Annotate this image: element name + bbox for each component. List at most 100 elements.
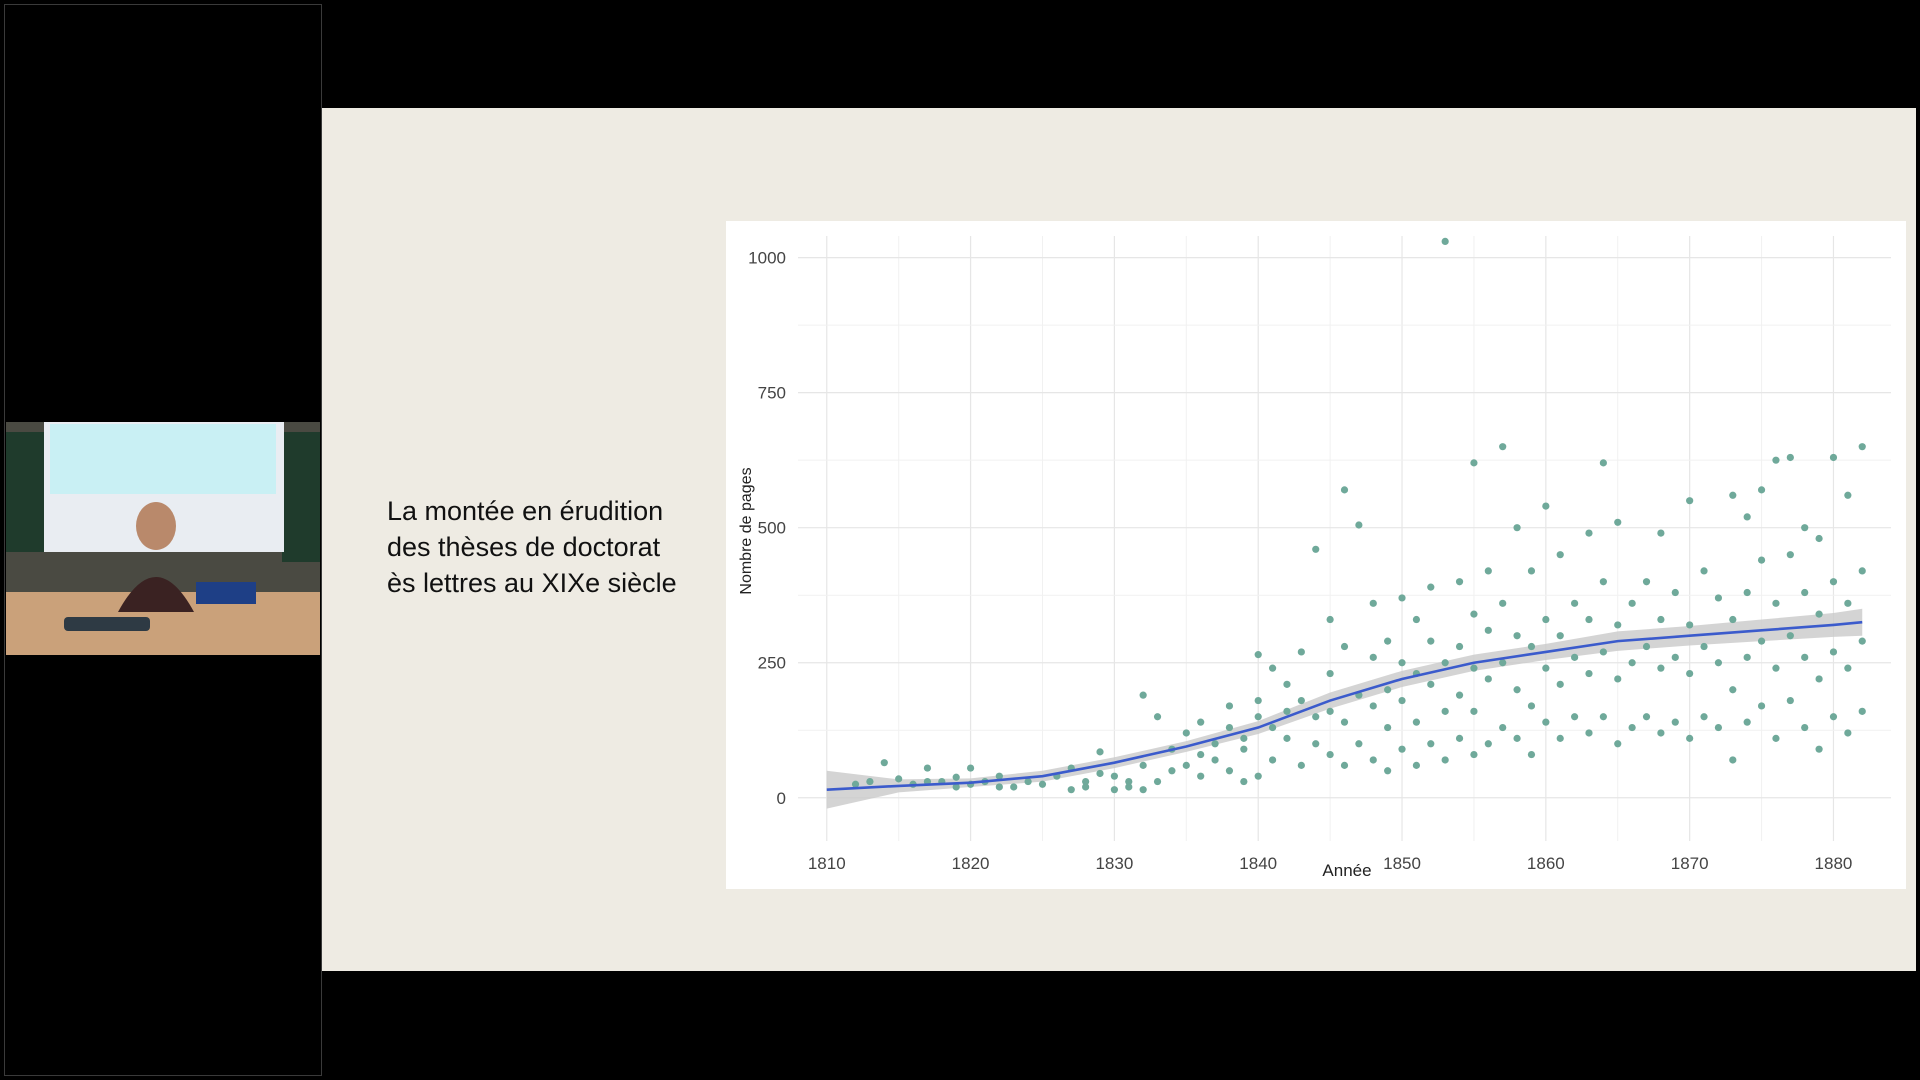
data-point	[1283, 734, 1291, 742]
data-point	[1801, 588, 1809, 597]
data-point	[1153, 777, 1162, 786]
data-point	[1326, 669, 1334, 678]
data-point	[1585, 669, 1593, 678]
y-axis-label: Nombre de pages	[738, 467, 755, 594]
data-point	[966, 764, 975, 772]
data-point	[1398, 745, 1406, 753]
data-point	[1225, 723, 1234, 732]
data-point	[1355, 740, 1363, 748]
chart-panel: 1810 1820 1830 1840 1850 1860 1870 1880 0 250 500…	[726, 221, 1906, 889]
data-point	[1513, 632, 1521, 640]
data-point	[1225, 767, 1234, 775]
data-point	[1786, 551, 1794, 559]
x-tick-label: 1860	[1527, 854, 1565, 873]
slide-title-line: des thèses de doctorat	[387, 532, 661, 562]
data-point	[1815, 675, 1823, 683]
confidence-band	[826, 608, 1863, 809]
data-point	[1499, 659, 1507, 667]
data-point	[1297, 648, 1305, 656]
data-point	[1441, 756, 1449, 764]
data-point	[1384, 767, 1392, 775]
data-point	[1729, 686, 1737, 694]
data-point	[1844, 491, 1852, 499]
data-point	[1455, 691, 1464, 699]
data-points	[851, 237, 1866, 794]
data-point	[1384, 686, 1392, 694]
data-point	[1556, 734, 1564, 742]
data-point	[1326, 615, 1334, 624]
data-point	[1240, 745, 1248, 753]
data-point	[1398, 659, 1406, 667]
data-point	[1369, 653, 1377, 661]
data-point	[1671, 653, 1679, 661]
slide-title-line: La montée en érudition	[387, 496, 664, 526]
data-point	[1772, 734, 1780, 742]
data-point	[1585, 529, 1593, 537]
data-point	[1815, 745, 1823, 753]
data-point	[1225, 702, 1234, 710]
data-point	[1858, 567, 1866, 575]
data-point	[1714, 723, 1723, 732]
data-point	[1038, 780, 1047, 788]
data-point	[1642, 713, 1651, 721]
data-point	[1312, 545, 1320, 553]
data-point	[1686, 621, 1694, 629]
data-point	[1743, 718, 1751, 726]
data-point	[1096, 769, 1104, 778]
data-point	[1829, 453, 1838, 462]
webcam-feed	[6, 422, 320, 655]
data-point	[1470, 750, 1478, 759]
data-point	[1254, 713, 1262, 721]
data-point	[1858, 637, 1866, 645]
data-point	[1599, 713, 1607, 721]
data-point	[1628, 659, 1636, 667]
data-point	[1757, 637, 1766, 645]
data-point	[1427, 583, 1435, 591]
data-point	[1844, 664, 1852, 672]
data-point	[1182, 729, 1190, 737]
data-point	[1700, 567, 1708, 575]
data-point	[1326, 750, 1334, 759]
webcam-image	[6, 422, 320, 655]
data-point	[1513, 524, 1521, 532]
data-point	[1427, 680, 1435, 688]
slide-title-line: ès lettres au XIXe siècle	[387, 568, 677, 598]
x-tick-label: 1840	[1239, 854, 1277, 873]
data-point	[1556, 680, 1564, 688]
data-point	[1369, 756, 1377, 764]
data-point	[1139, 761, 1147, 769]
data-point	[1556, 551, 1564, 559]
data-point	[1513, 686, 1521, 694]
data-point	[1700, 642, 1708, 651]
data-point	[1369, 702, 1377, 710]
data-point	[1729, 491, 1737, 499]
data-point	[1398, 594, 1406, 602]
data-point	[1096, 748, 1104, 756]
data-point	[1398, 696, 1406, 705]
data-point	[1786, 632, 1794, 640]
data-point	[1729, 615, 1737, 624]
data-point	[1556, 632, 1564, 640]
x-tick-label: 1850	[1383, 854, 1421, 873]
data-point	[1527, 567, 1536, 575]
data-point	[1542, 502, 1550, 510]
data-point	[880, 759, 888, 767]
data-point	[1527, 642, 1536, 651]
data-point	[1455, 642, 1464, 651]
data-point	[1268, 756, 1277, 764]
data-point	[1484, 740, 1492, 748]
data-point	[1340, 642, 1349, 651]
data-point	[1786, 453, 1794, 462]
data-point	[1470, 664, 1478, 672]
data-point	[1412, 615, 1421, 624]
data-point	[1412, 761, 1421, 769]
y-tick-label: 500	[758, 519, 786, 538]
data-point	[1542, 718, 1550, 726]
data-point	[1312, 713, 1320, 721]
data-point	[1283, 680, 1291, 688]
data-point	[1470, 610, 1478, 618]
data-point	[1484, 675, 1492, 683]
x-tick-label: 1830	[1095, 854, 1133, 873]
x-axis-label: Année	[1322, 861, 1371, 880]
data-point	[1642, 642, 1651, 651]
